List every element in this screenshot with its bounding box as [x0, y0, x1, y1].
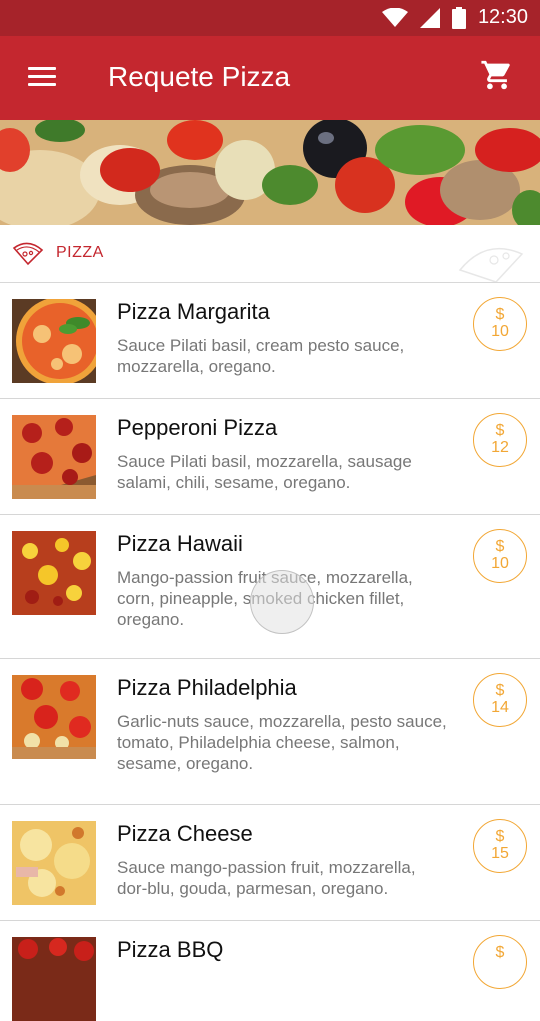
- price-value: 14: [491, 699, 509, 716]
- pizza-thumbnail: [12, 937, 96, 1021]
- pizza-name: Pizza Cheese: [117, 821, 253, 846]
- pizza-name: Pizza BBQ: [117, 937, 224, 962]
- category-header: PIZZA: [0, 226, 540, 283]
- price-currency: $: [495, 306, 505, 323]
- pizza-thumbnail: [12, 821, 96, 905]
- category-label: PIZZA: [56, 244, 104, 261]
- price-currency: $: [495, 682, 505, 699]
- hamburger-icon-bar: [28, 67, 56, 70]
- price-badge[interactable]: $ 15: [473, 819, 527, 873]
- cart-icon: [481, 60, 510, 90]
- status-icons: 12:30: [381, 6, 528, 29]
- price-badge[interactable]: $ 12: [473, 413, 527, 467]
- pizza-watermark-icon: [458, 247, 524, 282]
- pizza-description: Sauce mango-passion fruit, mozzarella, d…: [117, 858, 416, 898]
- list-item[interactable]: Pizza BBQ $: [0, 921, 540, 1021]
- price-currency: $: [495, 828, 505, 845]
- app-bar: Requete Pizza: [0, 36, 540, 120]
- list-item[interactable]: Pepperoni Pizza Sauce Pilati basil, mozz…: [0, 399, 540, 515]
- pizza-name: Pizza Philadelphia: [117, 675, 297, 700]
- price-currency: $: [495, 944, 505, 961]
- list-item[interactable]: Pizza Margarita Sauce Pilati basil, crea…: [0, 283, 540, 399]
- pizza-description: Garlic-nuts sauce, mozzarella, pesto sau…: [117, 712, 447, 773]
- hero-banner: [0, 120, 540, 225]
- pizza-name: Pepperoni Pizza: [117, 415, 278, 440]
- touch-indicator: [250, 570, 314, 634]
- battery-icon: [451, 6, 466, 29]
- menu-button[interactable]: [22, 62, 62, 94]
- wifi-icon: [381, 7, 408, 27]
- price-badge[interactable]: $ 10: [473, 297, 527, 351]
- pizza-thumbnail: [12, 299, 96, 383]
- hamburger-icon-bar: [28, 75, 56, 78]
- pizza-thumbnail: [12, 415, 96, 499]
- list-item[interactable]: Pizza Cheese Sauce mango-passion fruit, …: [0, 805, 540, 921]
- price-badge[interactable]: $ 10: [473, 529, 527, 583]
- price-badge[interactable]: $ 14: [473, 673, 527, 727]
- status-bar: 12:30: [0, 0, 540, 36]
- pizza-name: Pizza Margarita: [117, 299, 270, 324]
- price-value: 10: [491, 323, 509, 340]
- price-value: 15: [491, 845, 509, 862]
- app-title: Requete Pizza: [108, 61, 291, 92]
- signal-icon: [419, 7, 440, 28]
- pizza-name: Pizza Hawaii: [117, 531, 243, 556]
- hamburger-icon-bar: [28, 83, 56, 86]
- status-time: 12:30: [477, 6, 528, 28]
- pizza-thumbnail: [12, 531, 96, 615]
- price-value: 10: [491, 555, 509, 572]
- pizza-slice-icon: [12, 242, 44, 266]
- list-item[interactable]: Pizza Philadelphia Garlic-nuts sauce, mo…: [0, 659, 540, 805]
- cart-button[interactable]: [480, 58, 520, 98]
- pizza-thumbnail: [12, 675, 96, 759]
- pizza-description: Sauce Pilati basil, mozzarella, sausage …: [117, 452, 412, 492]
- price-badge[interactable]: $: [473, 935, 527, 989]
- price-value: 12: [491, 439, 509, 456]
- price-currency: $: [495, 422, 505, 439]
- price-currency: $: [495, 538, 505, 555]
- pizza-description: Sauce Pilati basil, cream pesto sauce, m…: [117, 336, 405, 376]
- pizza-banner-image: [0, 120, 540, 225]
